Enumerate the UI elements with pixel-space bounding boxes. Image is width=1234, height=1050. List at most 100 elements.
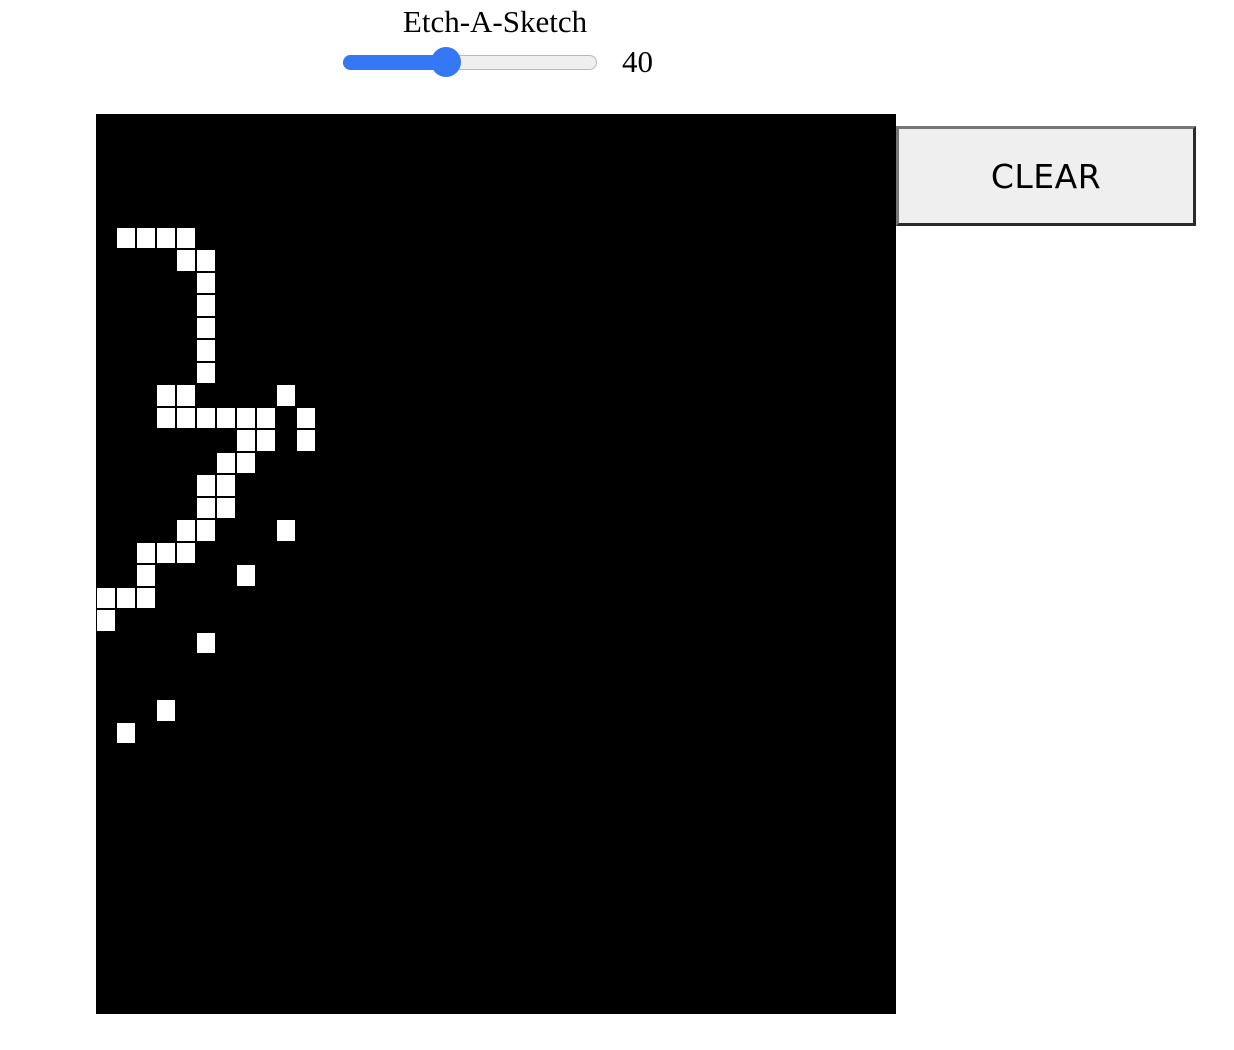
grid-cell[interactable]	[636, 699, 656, 722]
grid-cell[interactable]	[636, 136, 656, 159]
grid-cell[interactable]	[756, 766, 776, 789]
grid-cell[interactable]	[376, 474, 396, 497]
grid-cell[interactable]	[596, 924, 616, 947]
grid-cell[interactable]	[736, 429, 756, 452]
grid-cell[interactable]	[356, 699, 376, 722]
grid-cell[interactable]	[236, 586, 256, 609]
grid-cell[interactable]	[216, 699, 236, 722]
grid-cell[interactable]	[836, 699, 856, 722]
grid-cell[interactable]	[536, 114, 556, 137]
grid-cell[interactable]	[496, 406, 516, 429]
grid-cell[interactable]	[856, 136, 876, 159]
grid-cell[interactable]	[216, 856, 236, 879]
grid-cell[interactable]	[616, 181, 636, 204]
grid-cell[interactable]	[436, 114, 456, 137]
grid-cell[interactable]	[636, 474, 656, 497]
grid-cell[interactable]	[276, 721, 296, 744]
grid-cell[interactable]	[516, 249, 536, 272]
grid-cell[interactable]	[556, 474, 576, 497]
grid-cell[interactable]	[616, 339, 636, 362]
grid-cell[interactable]	[876, 946, 896, 969]
grid-cell[interactable]	[656, 181, 676, 204]
grid-cell[interactable]	[436, 564, 456, 587]
grid-cell[interactable]	[416, 699, 436, 722]
grid-cell[interactable]	[816, 856, 836, 879]
grid-cell[interactable]	[216, 249, 236, 272]
grid-cell[interactable]	[276, 991, 296, 1014]
grid-cell[interactable]	[856, 676, 876, 699]
grid-cell[interactable]	[316, 384, 336, 407]
grid-cell[interactable]	[616, 249, 636, 272]
grid-cell[interactable]	[476, 316, 496, 339]
grid-cell[interactable]	[736, 496, 756, 519]
grid-cell[interactable]	[216, 721, 236, 744]
grid-cell[interactable]	[416, 406, 436, 429]
grid-cell[interactable]	[636, 451, 656, 474]
grid-cell[interactable]	[96, 699, 116, 722]
grid-cell[interactable]	[816, 879, 836, 902]
grid-cell[interactable]	[536, 316, 556, 339]
grid-cell[interactable]	[536, 766, 556, 789]
grid-cell[interactable]	[156, 969, 176, 992]
grid-cell[interactable]	[616, 204, 636, 227]
grid-cell[interactable]	[856, 226, 876, 249]
grid-cell[interactable]	[236, 766, 256, 789]
grid-cell[interactable]	[696, 654, 716, 677]
grid-cell[interactable]	[256, 654, 276, 677]
grid-cell[interactable]	[776, 744, 796, 767]
grid-cell[interactable]	[276, 136, 296, 159]
grid-cell[interactable]	[396, 226, 416, 249]
grid-cell[interactable]	[256, 136, 276, 159]
grid-cell[interactable]	[156, 811, 176, 834]
grid-cell[interactable]	[216, 136, 236, 159]
grid-cell[interactable]	[316, 969, 336, 992]
grid-cell[interactable]	[856, 114, 876, 137]
grid-cell[interactable]	[356, 766, 376, 789]
grid-cell[interactable]	[176, 676, 196, 699]
grid-cell[interactable]	[356, 204, 376, 227]
grid-cell[interactable]	[816, 316, 836, 339]
grid-cell[interactable]	[176, 564, 196, 587]
grid-cell[interactable]	[876, 901, 896, 924]
grid-cell[interactable]	[276, 766, 296, 789]
grid-cell[interactable]	[336, 204, 356, 227]
grid-cell[interactable]	[816, 834, 836, 857]
grid-cell[interactable]	[376, 856, 396, 879]
grid-cell[interactable]	[496, 226, 516, 249]
grid-cell[interactable]	[396, 631, 416, 654]
grid-cell[interactable]	[836, 451, 856, 474]
grid-cell[interactable]	[516, 654, 536, 677]
grid-cell[interactable]	[796, 834, 816, 857]
grid-cell[interactable]	[156, 654, 176, 677]
grid-cell[interactable]	[296, 159, 316, 182]
grid-cell[interactable]	[696, 451, 716, 474]
grid-cell[interactable]	[416, 969, 436, 992]
grid-cell[interactable]	[556, 586, 576, 609]
grid-cell[interactable]	[876, 429, 896, 452]
grid-cell[interactable]	[596, 901, 616, 924]
grid-cell[interactable]	[756, 676, 776, 699]
grid-cell[interactable]	[716, 699, 736, 722]
grid-cell[interactable]	[296, 856, 316, 879]
grid-cell[interactable]	[196, 226, 216, 249]
grid-cell[interactable]	[736, 721, 756, 744]
grid-cell[interactable]	[296, 766, 316, 789]
grid-cell[interactable]	[756, 316, 776, 339]
grid-cell[interactable]	[536, 586, 556, 609]
grid-cell[interactable]	[576, 991, 596, 1014]
grid-cell[interactable]	[96, 496, 116, 519]
grid-cell[interactable]	[396, 429, 416, 452]
grid-cell[interactable]	[696, 294, 716, 317]
grid-cell[interactable]	[176, 991, 196, 1014]
grid-cell[interactable]	[836, 159, 856, 182]
grid-cell[interactable]	[796, 789, 816, 812]
grid-cell[interactable]	[616, 136, 636, 159]
grid-cell[interactable]	[496, 879, 516, 902]
grid-cell[interactable]	[136, 429, 156, 452]
grid-cell[interactable]	[736, 474, 756, 497]
grid-cell[interactable]	[756, 564, 776, 587]
grid-cell[interactable]	[516, 586, 536, 609]
grid-cell[interactable]	[116, 744, 136, 767]
grid-cell[interactable]	[736, 699, 756, 722]
grid-cell[interactable]	[696, 496, 716, 519]
